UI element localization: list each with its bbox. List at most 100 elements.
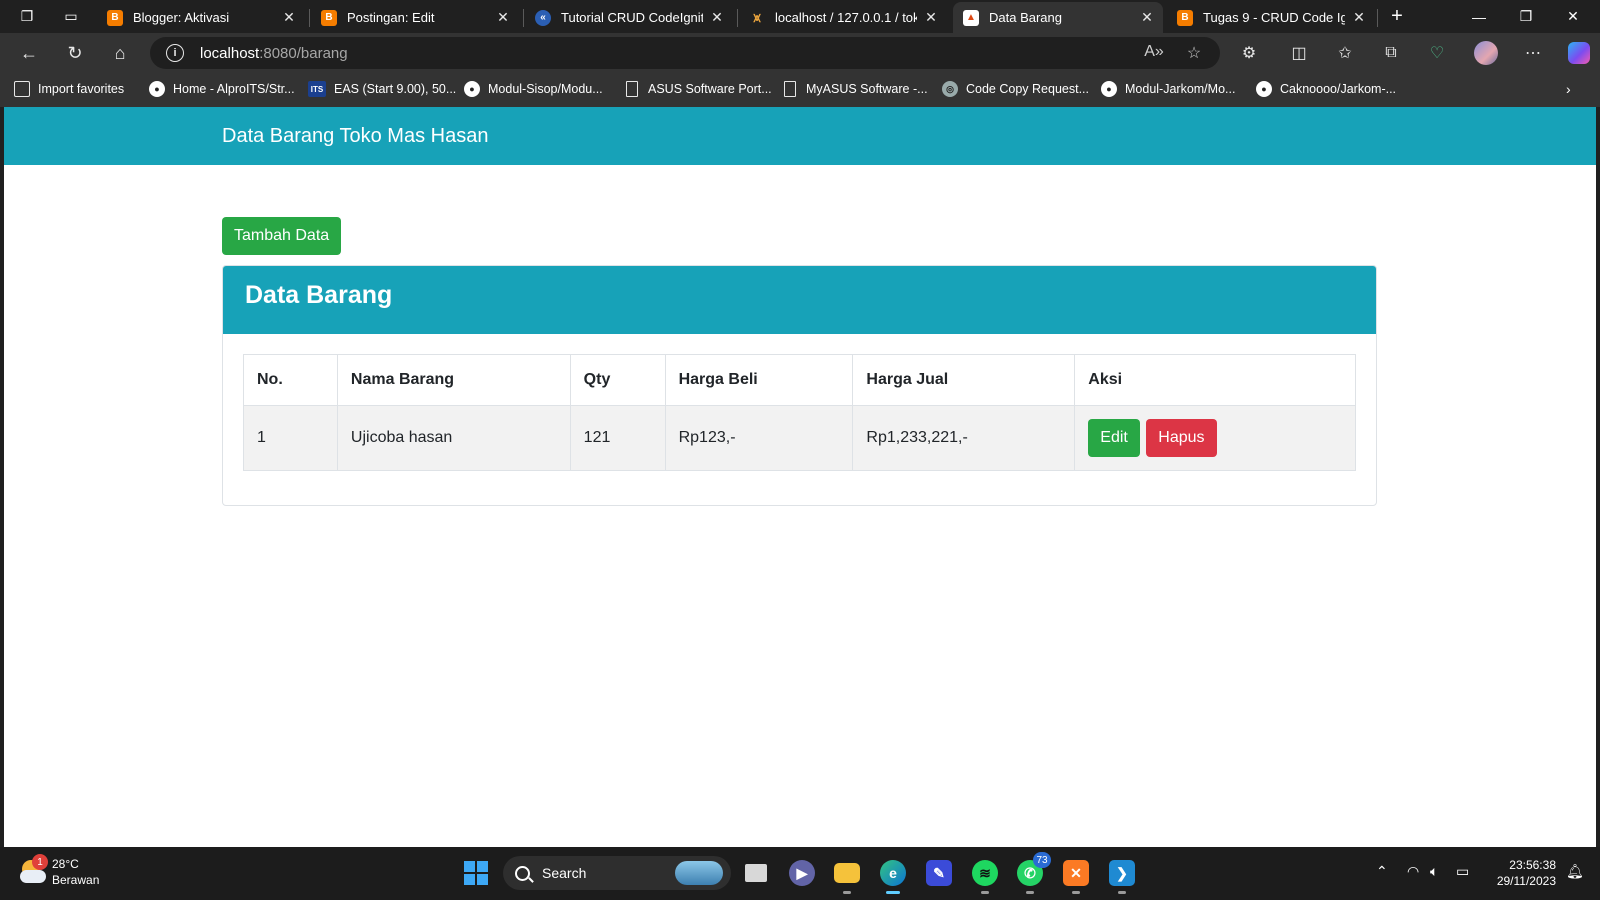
favorite-modul-jarkom[interactable]: ● Modul-Jarkom/Mo... <box>1101 81 1235 97</box>
tab-blogger-aktivasi[interactable]: B Blogger: Aktivasi ✕ <box>97 2 305 33</box>
extensions-icon[interactable]: ⚙ <box>1236 41 1262 65</box>
tab-tutorial-crud[interactable]: « Tutorial CRUD CodeIgniter ✕ <box>525 2 733 33</box>
battery-icon[interactable]: ▭ <box>1456 863 1469 880</box>
taskbar-xampp[interactable]: ✕ <box>1059 856 1093 894</box>
teams-icon: ▶ <box>789 860 815 886</box>
page-icon <box>626 81 638 97</box>
tab-divider <box>523 9 524 27</box>
restore-icon[interactable]: ❐ <box>1503 0 1549 33</box>
show-hidden-icons-chevron-icon[interactable]: ⌃ <box>1376 863 1388 880</box>
tambah-data-button[interactable]: Tambah Data <box>222 217 342 255</box>
close-icon[interactable]: ✕ <box>1139 9 1155 26</box>
github-icon: ● <box>464 81 480 97</box>
taskbar-edge[interactable]: e <box>876 856 910 894</box>
favorite-star-icon[interactable]: ☆ <box>1184 43 1204 63</box>
app-navbar: Data Barang Toko Mas Hasan <box>4 107 1596 165</box>
favorite-asus-software[interactable]: ASUS Software Port... <box>626 81 772 97</box>
cell-nama-barang: Ujicoba hasan <box>336 405 571 471</box>
clock-date: 29/11/2023 <box>1496 874 1556 888</box>
new-tab-icon[interactable]: + <box>1374 0 1420 33</box>
back-icon[interactable]: ← <box>15 39 43 67</box>
weather-widget[interactable]: 1 28°C Berawan <box>18 854 100 888</box>
weather-desc: Berawan <box>52 873 100 887</box>
favorite-code-copy[interactable]: ◎ Code Copy Request... <box>942 81 1089 97</box>
table-header-row: No. Nama Barang Qty Harga Beli Harga Jua… <box>243 354 1356 406</box>
url-text[interactable]: localhost:8080/barang <box>200 45 348 62</box>
tab-tugas-9[interactable]: B Tugas 9 - CRUD Code Igniter ✕ <box>1167 2 1375 33</box>
tab-actions-icon[interactable]: ▭ <box>48 0 94 33</box>
tab-label: localhost / 127.0.0.1 / toko <box>775 10 917 25</box>
tab-data-barang[interactable]: ▲ Data Barang ✕ <box>953 2 1163 33</box>
taskbar-search[interactable]: Search <box>503 856 731 890</box>
favorites-icon[interactable]: ✩ <box>1332 41 1358 65</box>
vscode-icon: ❯ <box>1109 860 1135 886</box>
volume-icon[interactable]: 🔈︎ <box>1430 863 1438 880</box>
favorite-caknoooo[interactable]: ● Caknoooo/Jarkom-... <box>1256 81 1396 97</box>
favorite-import[interactable]: Import favorites <box>14 81 124 97</box>
favorite-alproits[interactable]: ● Home - AlproITS/Str... <box>149 81 295 97</box>
close-icon[interactable]: ✕ <box>495 9 511 26</box>
close-icon[interactable]: ✕ <box>923 9 939 26</box>
close-icon[interactable]: ✕ <box>709 9 725 26</box>
more-menu-icon[interactable]: ⋯ <box>1520 41 1546 65</box>
column-header: Harga Beli <box>664 354 854 406</box>
favorite-myasus[interactable]: MyASUS Software -... <box>784 81 928 97</box>
notification-badge: 73 <box>1033 852 1051 868</box>
its-icon: ITS <box>308 81 326 97</box>
codeigniter-site-icon: « <box>535 9 551 26</box>
browser-tab-bar: ❐ ▭ B Blogger: Aktivasi ✕ B Postingan: E… <box>0 0 1600 33</box>
favorite-eas[interactable]: ITS EAS (Start 9.00), 50... <box>308 81 456 97</box>
blogger-icon: B <box>321 9 337 26</box>
favorite-label: Code Copy Request... <box>966 82 1089 96</box>
taskbar-whatsapp[interactable]: ✆ 73 <box>1013 852 1051 894</box>
notifications-bell-icon[interactable]: 🔔︎ <box>1566 863 1584 880</box>
site-info-icon[interactable]: i <box>166 44 184 62</box>
page-icon <box>784 81 796 97</box>
system-clock[interactable]: 23:56:38 29/11/2023 <box>1486 857 1556 889</box>
favorites-overflow-chevron-icon[interactable]: › <box>1566 81 1571 97</box>
read-aloud-icon[interactable]: A» <box>1144 43 1164 63</box>
close-icon[interactable]: ✕ <box>1351 9 1367 26</box>
weather-icon: 1 <box>18 854 48 886</box>
close-icon[interactable]: ✕ <box>281 9 297 26</box>
collections-icon[interactable]: ⧉ <box>1378 41 1404 65</box>
hapus-button[interactable]: Hapus <box>1146 419 1217 457</box>
start-button[interactable] <box>459 856 493 890</box>
address-bar[interactable]: i localhost:8080/barang A» ☆ <box>150 37 1220 69</box>
tab-postingan-edit[interactable]: B Postingan: Edit ✕ <box>311 2 519 33</box>
home-icon[interactable]: ⌂ <box>106 39 134 67</box>
card-title: Data Barang <box>223 266 1376 334</box>
profile-avatar[interactable] <box>1473 41 1499 65</box>
taskbar-teams[interactable]: ▶ <box>785 856 819 890</box>
edge-icon: e <box>880 860 906 886</box>
page-viewport: Data Barang Toko Mas Hasan Tambah Data D… <box>4 107 1596 847</box>
performance-icon[interactable]: ♡ <box>1424 41 1450 65</box>
minimize-icon[interactable]: — <box>1456 0 1502 33</box>
taskbar-stylus-app[interactable]: ✎ <box>922 856 956 890</box>
taskbar-file-explorer[interactable] <box>830 856 864 894</box>
split-screen-icon[interactable]: ◫ <box>1286 41 1312 65</box>
taskbar-vscode[interactable]: ❯ <box>1105 856 1139 894</box>
favorite-modul-sisop[interactable]: ● Modul-Sisop/Modu... <box>464 81 603 97</box>
phpmyadmin-icon: ⩙ <box>753 9 761 25</box>
workspaces-icon[interactable]: ❐ <box>4 0 50 33</box>
navbar-brand[interactable]: Data Barang Toko Mas Hasan <box>222 125 488 148</box>
data-barang-card: Data Barang No. Nama Barang Qty Harga Be… <box>222 265 1377 506</box>
wifi-icon[interactable]: ◠ <box>1407 863 1419 880</box>
refresh-icon[interactable]: ↻ <box>61 39 89 67</box>
copilot-icon[interactable] <box>1566 41 1592 65</box>
url-path: :8080/barang <box>259 45 348 62</box>
edit-button[interactable]: Edit <box>1088 419 1140 457</box>
tab-label: Postingan: Edit <box>347 10 435 25</box>
url-host: localhost <box>200 45 260 62</box>
import-icon <box>14 81 30 97</box>
taskbar-spotify[interactable]: ≋ <box>968 856 1002 894</box>
task-view-icon <box>745 864 767 882</box>
close-window-icon[interactable]: ✕ <box>1550 0 1596 33</box>
cell-no: 1 <box>243 405 338 471</box>
column-header: Qty <box>569 354 666 406</box>
tab-phpmyadmin[interactable]: ⩙ localhost / 127.0.0.1 / toko ✕ <box>739 2 947 33</box>
tab-divider <box>737 9 738 27</box>
weather-temp: 28°C <box>52 857 79 871</box>
taskbar-task-view[interactable] <box>739 856 773 890</box>
